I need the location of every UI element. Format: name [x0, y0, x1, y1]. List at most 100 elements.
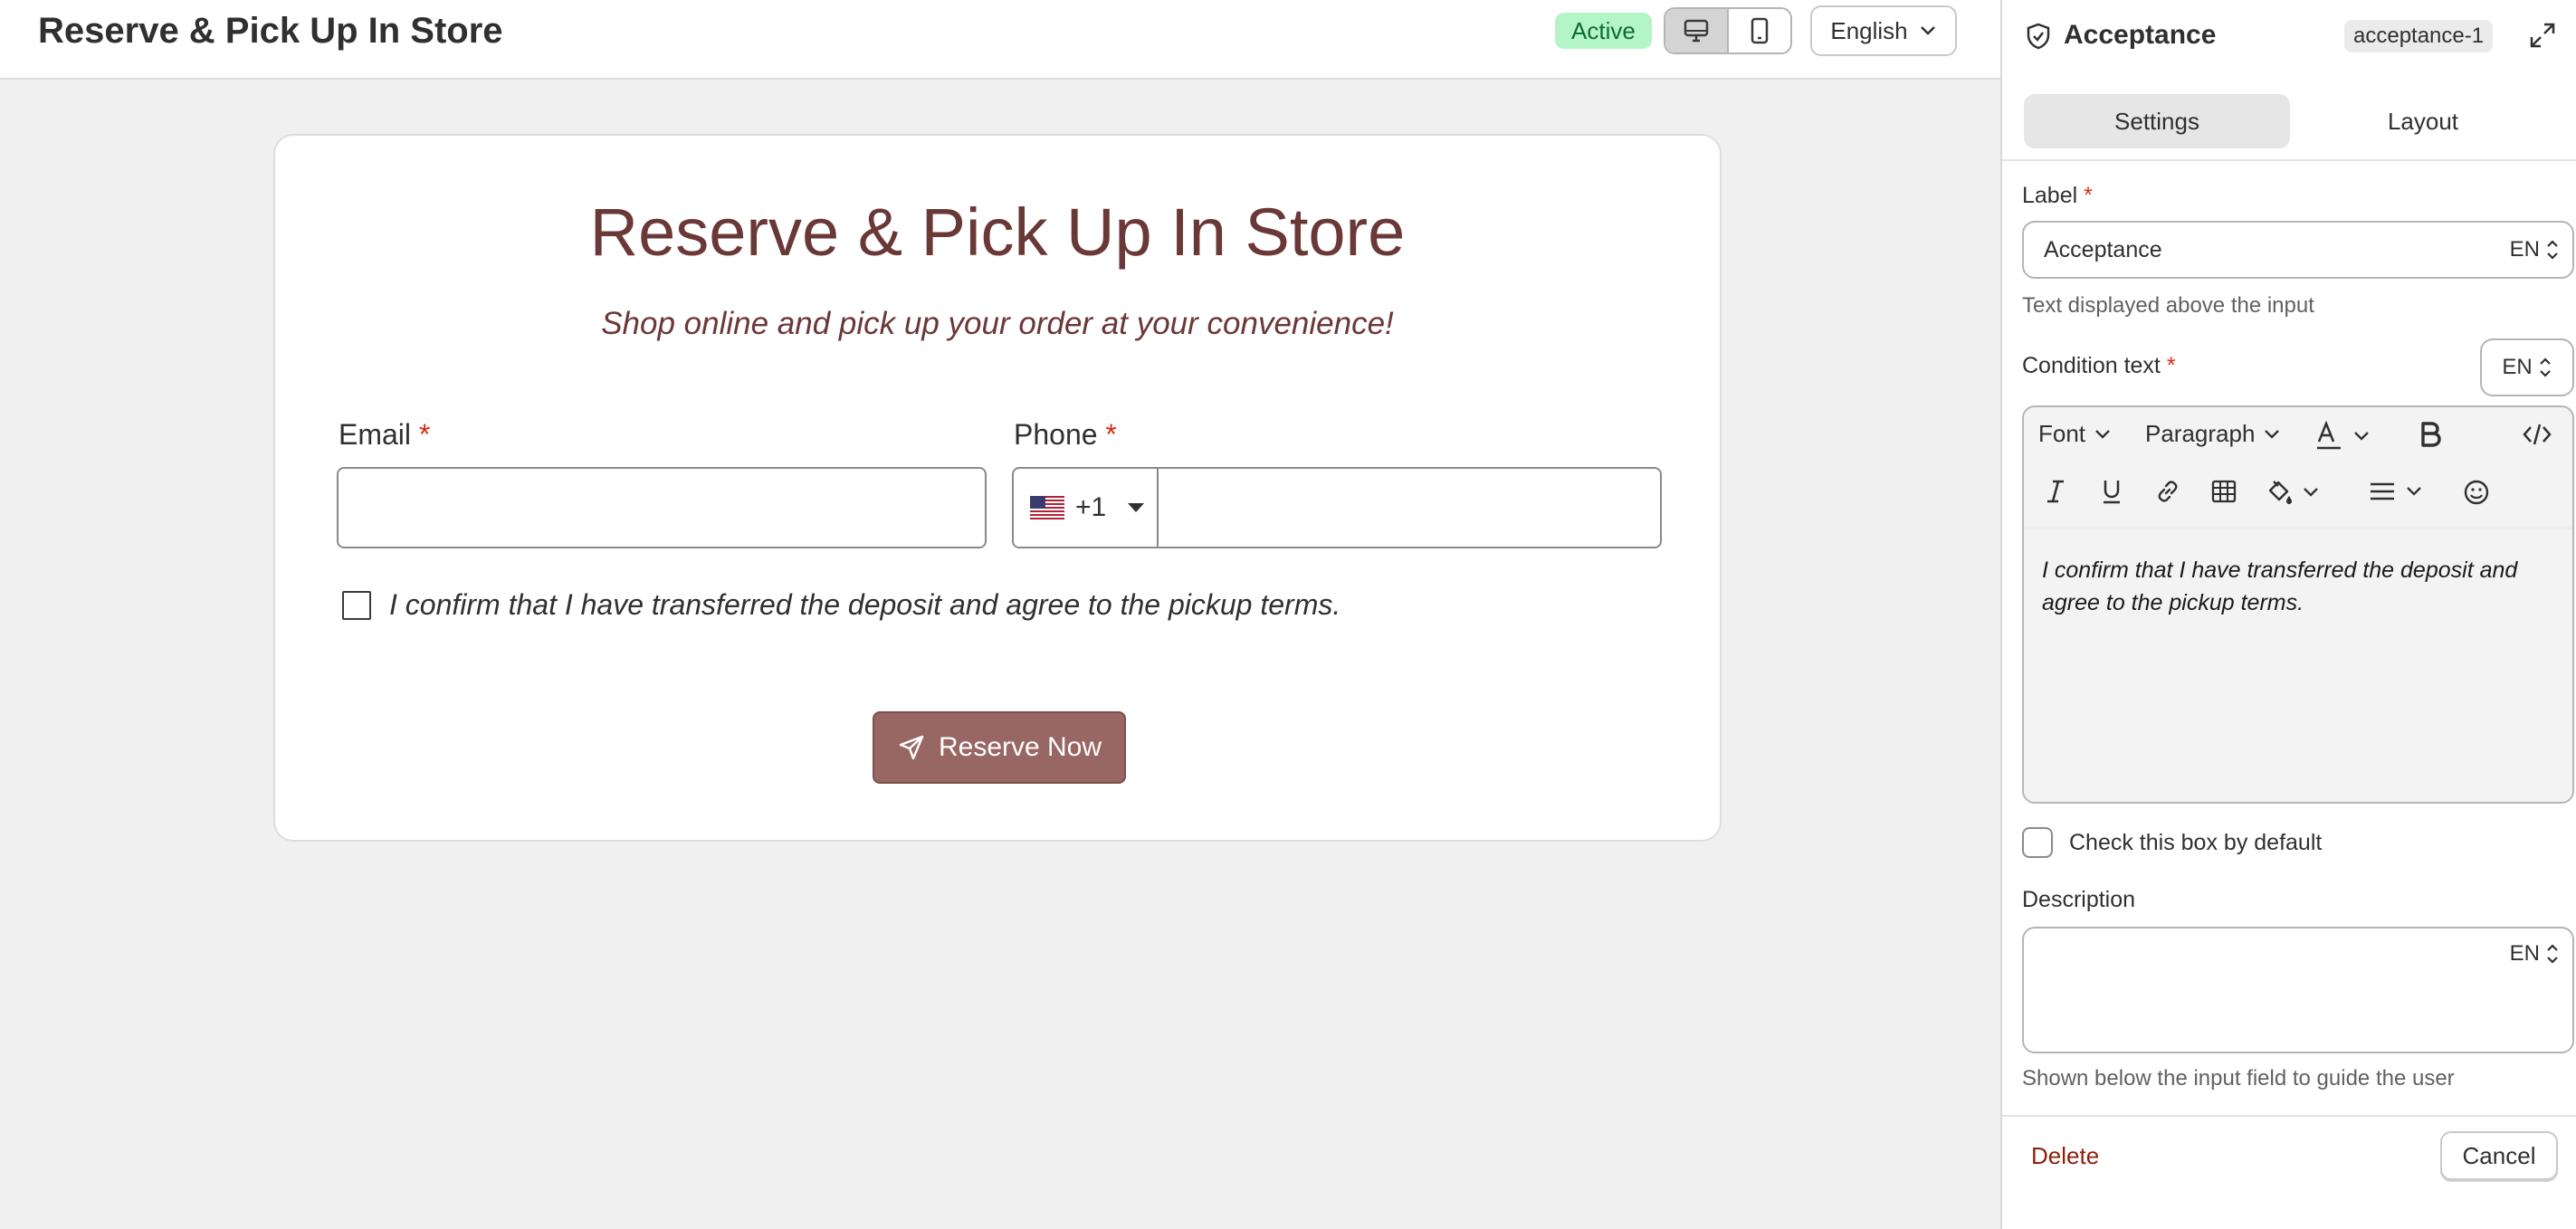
status-badge: Active — [1555, 13, 1652, 49]
acceptance-text: I confirm that I have transferred the de… — [389, 588, 1341, 621]
divider — [2002, 1115, 2576, 1117]
updown-chevron-icon — [2547, 240, 2558, 260]
code-icon — [2523, 424, 2552, 445]
chevron-down-icon — [1920, 26, 1935, 35]
phone-field: +1 — [1012, 467, 1662, 548]
fill-color-dropdown[interactable] — [2265, 478, 2319, 507]
mobile-icon — [1751, 17, 1769, 44]
check-by-default-checkbox[interactable] — [2022, 827, 2053, 858]
font-dropdown[interactable]: Font — [2038, 420, 2111, 448]
label-language-select[interactable]: EN — [2510, 237, 2560, 262]
country-code-select[interactable]: +1 — [1014, 469, 1159, 547]
description-label: Description — [2022, 887, 2136, 912]
default-check-row: Check this box by default — [2022, 827, 2322, 858]
chevron-down-icon — [2265, 429, 2280, 439]
text-color-dropdown[interactable] — [2314, 420, 2370, 453]
align-dropdown[interactable] — [2368, 480, 2422, 503]
view-toggle — [1664, 7, 1792, 54]
email-label-text: Email — [339, 418, 412, 451]
description-input[interactable]: EN — [2022, 927, 2574, 1053]
emoji-icon — [2464, 480, 2489, 505]
required-mark: * — [2084, 183, 2093, 208]
text-color-icon — [2317, 420, 2341, 450]
form-subtitle: Shop online and pick up your order at yo… — [601, 306, 1394, 341]
desktop-icon — [1684, 19, 1709, 43]
description-language-select[interactable]: EN — [2510, 941, 2560, 967]
editor-toolbar: Font Paragraph — [2024, 407, 2572, 529]
required-mark: * — [2166, 353, 2176, 378]
us-flag-icon — [1030, 496, 1064, 519]
field-id-chip: acceptance-1 — [2344, 20, 2494, 52]
email-input[interactable] — [337, 467, 987, 548]
label-help-text: Text displayed above the input — [2022, 293, 2314, 318]
reserve-now-button[interactable]: Reserve Now — [873, 711, 1126, 784]
expand-icon[interactable] — [2527, 20, 2558, 51]
caret-down-icon — [1128, 503, 1145, 512]
align-icon — [2371, 482, 2394, 500]
check-by-default-label: Check this box by default — [2069, 829, 2323, 855]
required-mark: * — [1105, 418, 1117, 451]
emoji-button[interactable] — [2462, 478, 2491, 507]
italic-icon — [2047, 480, 2064, 503]
paragraph-dropdown-label: Paragraph — [2145, 420, 2256, 447]
phone-label-text: Phone — [1014, 418, 1098, 451]
acceptance-checkbox[interactable] — [342, 590, 371, 620]
form-title: Reserve & Pick Up In Store — [589, 195, 1406, 270]
condition-language-code: EN — [2502, 355, 2533, 379]
label-input-value: Acceptance — [2044, 236, 2162, 262]
updown-chevron-icon — [2547, 944, 2558, 964]
condition-text-editor: Font Paragraph I confirm that I have tra… — [2022, 405, 2574, 804]
chevron-down-icon — [2354, 432, 2369, 441]
condition-text-label-text: Condition text — [2022, 353, 2161, 378]
font-dropdown-label: Font — [2038, 420, 2086, 447]
chevron-down-icon — [2304, 488, 2318, 497]
link-button[interactable] — [2154, 478, 2181, 505]
paragraph-dropdown[interactable]: Paragraph — [2145, 420, 2280, 448]
table-icon — [2211, 480, 2237, 503]
reserve-now-label: Reserve Now — [938, 732, 1102, 762]
description-language-code: EN — [2509, 941, 2540, 966]
delete-button[interactable]: Delete — [2031, 1142, 2099, 1170]
code-view-button[interactable] — [2522, 422, 2552, 447]
phone-label: Phone * — [1014, 418, 1117, 452]
acceptance-row: I confirm that I have transferred the de… — [342, 588, 1340, 622]
label-field-label-text: Label — [2022, 183, 2078, 208]
phone-input[interactable] — [1159, 469, 1660, 547]
bold-icon — [2421, 422, 2441, 447]
top-bar: Reserve & Pick Up In Store Active Englis… — [0, 0, 2000, 80]
panel-title: Acceptance — [2064, 20, 2217, 50]
page-title: Reserve & Pick Up In Store — [38, 11, 503, 51]
italic-button[interactable] — [2044, 478, 2067, 505]
description-help-text: Shown below the input field to guide the… — [2022, 1066, 2455, 1091]
required-mark: * — [418, 418, 431, 451]
settings-panel: Acceptance acceptance-1 Settings Layout … — [2000, 0, 2576, 1229]
tab-layout[interactable]: Layout — [2290, 94, 2556, 148]
chevron-down-icon — [2407, 487, 2421, 496]
condition-text-label: Condition text * — [2022, 353, 2176, 379]
shield-check-icon — [2027, 23, 2050, 50]
bold-button[interactable] — [2419, 420, 2442, 449]
language-select[interactable]: English — [1810, 5, 1957, 56]
panel-header: Acceptance acceptance-1 — [2002, 0, 2576, 72]
link-icon — [2158, 481, 2178, 502]
send-icon — [899, 735, 924, 760]
underline-button[interactable] — [2100, 478, 2123, 505]
divider — [2002, 159, 2576, 161]
desktop-view-button[interactable] — [1665, 9, 1727, 52]
condition-language-select[interactable]: EN — [2480, 338, 2574, 396]
underline-icon — [2104, 481, 2120, 504]
label-field-label: Label * — [2022, 183, 2093, 209]
email-label: Email * — [339, 418, 430, 452]
mobile-view-button[interactable] — [1727, 9, 1790, 52]
updown-chevron-icon — [2539, 357, 2551, 377]
chevron-down-icon — [2095, 429, 2110, 439]
cancel-button[interactable]: Cancel — [2440, 1131, 2558, 1180]
panel-tabs: Settings Layout — [2024, 94, 2556, 148]
language-select-label: English — [1830, 16, 1908, 44]
country-code: +1 — [1075, 492, 1107, 522]
tab-settings[interactable]: Settings — [2024, 94, 2290, 148]
editor-content[interactable]: I confirm that I have transferred the de… — [2024, 529, 2572, 802]
fill-color-icon — [2268, 481, 2292, 504]
label-input[interactable]: Acceptance EN — [2022, 221, 2574, 279]
table-button[interactable] — [2210, 478, 2237, 505]
